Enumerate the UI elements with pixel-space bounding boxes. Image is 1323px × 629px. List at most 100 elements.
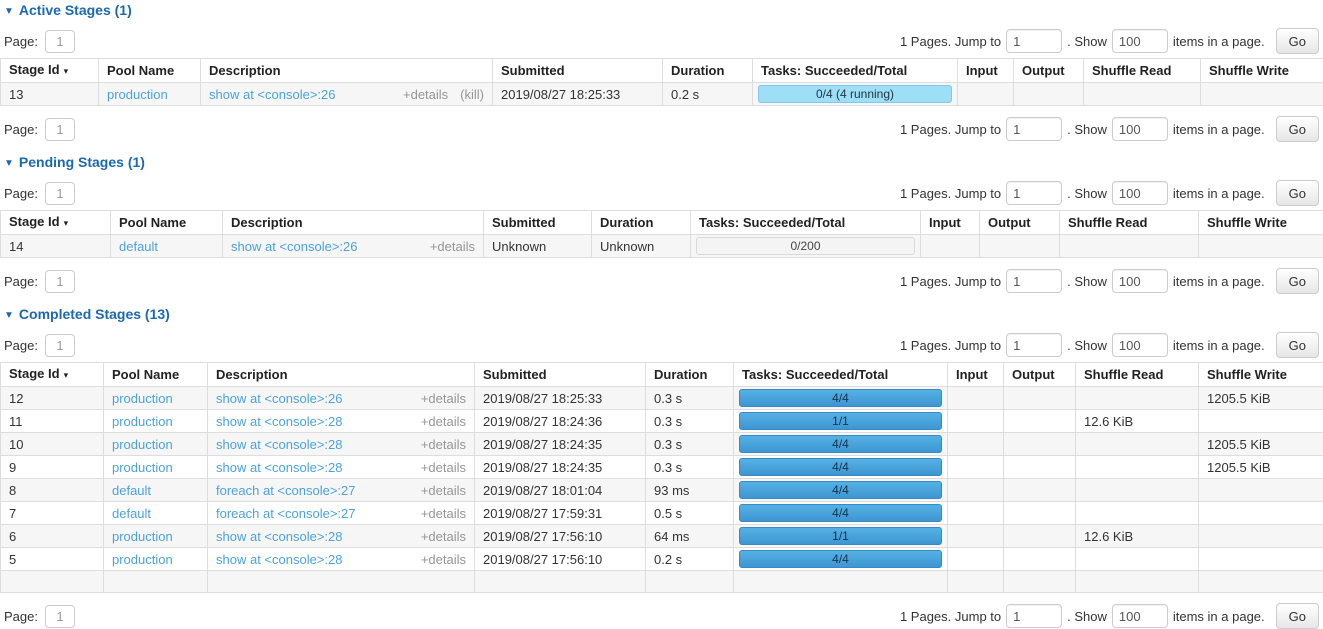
col-header-stage-id[interactable]: Stage Id▾ — [1, 363, 104, 387]
pool-name-link[interactable]: production — [112, 391, 173, 406]
col-header-stage-id[interactable]: Stage Id▾ — [1, 59, 99, 83]
col-header-shuffle-read[interactable]: Shuffle Read — [1084, 59, 1201, 83]
pool-name-link[interactable]: default — [119, 239, 158, 254]
details-toggle[interactable]: +details — [421, 483, 466, 498]
col-header-shuffle-write[interactable]: Shuffle Write — [1201, 59, 1323, 83]
col-header-pool-name[interactable]: Pool Name — [104, 363, 208, 387]
col-header-stage-id[interactable]: Stage Id▾ — [1, 211, 111, 235]
jump-to-page-input[interactable] — [1006, 604, 1062, 628]
col-header-shuffle-write[interactable]: Shuffle Write — [1199, 211, 1323, 235]
col-header-tasks-succeeded-total[interactable]: Tasks: Succeeded/Total — [734, 363, 948, 387]
details-toggle[interactable]: +details — [430, 239, 475, 254]
input-cell — [958, 83, 1014, 106]
page-number-button[interactable]: 1 — [45, 270, 75, 293]
col-header-output[interactable]: Output — [1004, 363, 1076, 387]
go-button[interactable]: Go — [1276, 268, 1319, 294]
go-button[interactable]: Go — [1276, 28, 1319, 54]
items-per-page-input[interactable] — [1112, 29, 1168, 53]
stage-description-link[interactable]: show at <console>:28 — [216, 529, 342, 544]
details-toggle[interactable]: +details — [421, 529, 466, 544]
shuffle-write-cell: 1205.5 KiB — [1199, 387, 1323, 410]
description-cell: show at <console>:28 +details — [208, 525, 475, 548]
stage-description-link[interactable]: show at <console>:28 — [216, 552, 342, 567]
col-header-submitted[interactable]: Submitted — [484, 211, 592, 235]
col-header-input[interactable]: Input — [958, 59, 1014, 83]
col-header-description[interactable]: Description — [201, 59, 493, 83]
output-cell — [1004, 525, 1076, 548]
items-per-page-input[interactable] — [1112, 269, 1168, 293]
page-number-button[interactable]: 1 — [45, 182, 75, 205]
stage-description-link[interactable]: show at <console>:26 — [216, 391, 342, 406]
go-button[interactable]: Go — [1276, 180, 1319, 206]
col-header-tasks-succeeded-total[interactable]: Tasks: Succeeded/Total — [691, 211, 921, 235]
col-header-tasks-succeeded-total[interactable]: Tasks: Succeeded/Total — [753, 59, 958, 83]
page-number-button[interactable]: 1 — [45, 30, 75, 53]
stage-description-link[interactable]: foreach at <console>:27 — [216, 483, 356, 498]
pool-name-link[interactable]: production — [112, 437, 173, 452]
go-button[interactable]: Go — [1276, 332, 1319, 358]
section-title[interactable]: ▼ Completed Stages (13) — [4, 306, 1323, 322]
pool-name-link[interactable]: production — [112, 460, 173, 475]
kill-link[interactable]: (kill) — [460, 87, 484, 102]
pool-name-link[interactable]: default — [112, 483, 151, 498]
col-header-submitted[interactable]: Submitted — [493, 59, 663, 83]
pool-name-link[interactable]: default — [112, 506, 151, 521]
pool-name-link[interactable]: production — [112, 552, 173, 567]
duration-cell: 0.3 s — [646, 456, 734, 479]
input-cell — [948, 479, 1004, 502]
jump-to-page-input[interactable] — [1006, 269, 1062, 293]
stage-description-link[interactable]: show at <console>:28 — [216, 460, 342, 475]
col-header-duration[interactable]: Duration — [663, 59, 753, 83]
stage-description-link[interactable]: show at <console>:26 — [231, 239, 357, 254]
col-header-description[interactable]: Description — [223, 211, 484, 235]
jump-to-page-input[interactable] — [1006, 117, 1062, 141]
jump-to-page-input[interactable] — [1006, 29, 1062, 53]
jump-to-page-input[interactable] — [1006, 333, 1062, 357]
pool-name-link[interactable]: production — [112, 529, 173, 544]
stage-description-link[interactable]: foreach at <console>:27 — [216, 506, 356, 521]
page-number-button[interactable]: 1 — [45, 118, 75, 141]
details-toggle[interactable]: +details — [421, 460, 466, 475]
section-title[interactable]: ▼ Active Stages (1) — [4, 2, 1323, 18]
col-header-pool-name[interactable]: Pool Name — [99, 59, 201, 83]
col-header-duration[interactable]: Duration — [646, 363, 734, 387]
col-header-description[interactable]: Description — [208, 363, 475, 387]
page-number-button[interactable]: 1 — [45, 605, 75, 628]
col-header-shuffle-read[interactable]: Shuffle Read — [1076, 363, 1199, 387]
details-toggle[interactable]: +details — [421, 391, 466, 406]
submitted-cell: 2019/08/27 18:25:33 — [475, 387, 646, 410]
stage-description-link[interactable]: show at <console>:28 — [216, 437, 342, 452]
empty-cell — [208, 571, 475, 593]
col-header-input[interactable]: Input — [921, 211, 980, 235]
details-toggle[interactable]: +details — [421, 437, 466, 452]
go-button[interactable]: Go — [1276, 116, 1319, 142]
col-header-duration[interactable]: Duration — [592, 211, 691, 235]
stage-description-link[interactable]: show at <console>:26 — [209, 87, 335, 102]
details-toggle[interactable]: +details — [421, 414, 466, 429]
col-header-pool-name[interactable]: Pool Name — [111, 211, 223, 235]
section-title[interactable]: ▼ Pending Stages (1) — [4, 154, 1323, 170]
page-number-button[interactable]: 1 — [45, 334, 75, 357]
details-toggle[interactable]: +details — [421, 552, 466, 567]
pool-name-link[interactable]: production — [107, 87, 168, 102]
go-button[interactable]: Go — [1276, 603, 1319, 629]
details-toggle[interactable]: +details — [403, 87, 448, 102]
pool-name-link[interactable]: production — [112, 414, 173, 429]
pages-count-label: 1 Pages. Jump to — [900, 338, 1001, 353]
collapse-arrow-icon: ▼ — [4, 6, 14, 17]
pagination-bottom-active: Page: 1 1 Pages. Jump to . Show items in… — [4, 116, 1319, 142]
stage-description-link[interactable]: show at <console>:28 — [216, 414, 342, 429]
col-header-output[interactable]: Output — [1014, 59, 1084, 83]
col-header-shuffle-write[interactable]: Shuffle Write — [1199, 363, 1323, 387]
col-header-shuffle-read[interactable]: Shuffle Read — [1060, 211, 1199, 235]
items-per-page-input[interactable] — [1112, 604, 1168, 628]
tasks-progress-cell: 1/1 — [734, 525, 948, 548]
details-toggle[interactable]: +details — [421, 506, 466, 521]
col-header-submitted[interactable]: Submitted — [475, 363, 646, 387]
jump-to-page-input[interactable] — [1006, 181, 1062, 205]
items-per-page-input[interactable] — [1112, 333, 1168, 357]
col-header-output[interactable]: Output — [980, 211, 1060, 235]
items-per-page-input[interactable] — [1112, 181, 1168, 205]
items-per-page-input[interactable] — [1112, 117, 1168, 141]
col-header-input[interactable]: Input — [948, 363, 1004, 387]
